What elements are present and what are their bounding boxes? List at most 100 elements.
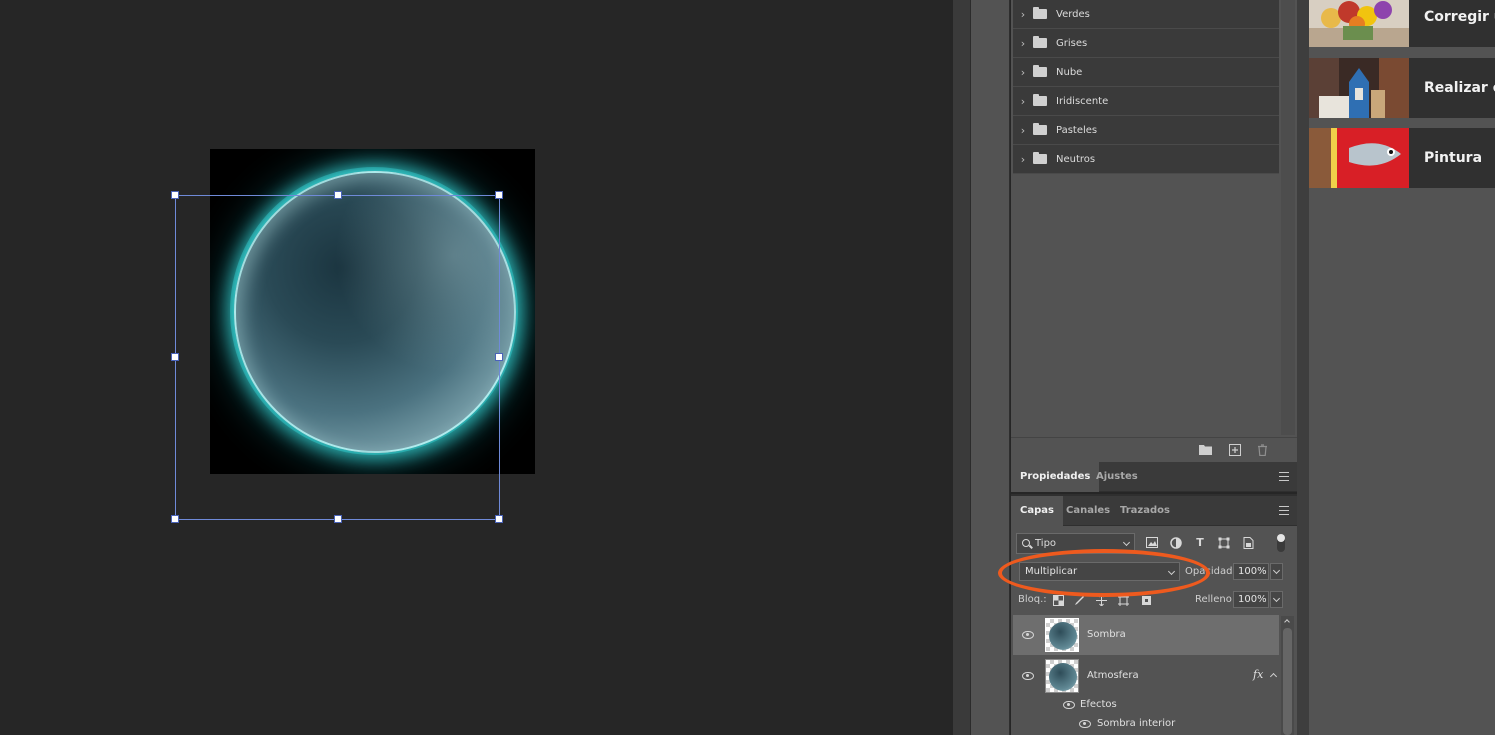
chevron-right-icon[interactable]: ›: [1013, 124, 1033, 137]
layer-thumbnail: [1045, 618, 1079, 652]
swatch-group[interactable]: › Grises: [1013, 29, 1279, 58]
filter-shape-icon[interactable]: [1218, 537, 1230, 549]
folder-icon: [1033, 65, 1047, 77]
folder-icon: [1033, 36, 1047, 48]
photoshop-window: › Verdes › Grises › Nube › Iridiscente ›: [0, 0, 1495, 735]
layers-tabbar: Capas Canales Trazados: [1011, 494, 1297, 526]
tutorial-thumbnail-fish: [1309, 128, 1409, 188]
annotation-highlight-circle: [998, 549, 1210, 597]
swatch-group-label: Neutros: [1056, 153, 1096, 165]
chevron-down-icon: [1272, 566, 1281, 575]
chevron-right-icon[interactable]: ›: [1013, 8, 1033, 21]
tutorial-thumbnail-flowers: [1309, 0, 1409, 47]
scroll-up-arrow-icon[interactable]: [1284, 619, 1290, 625]
folder-icon: [1033, 152, 1047, 164]
swatch-group-label: Pasteles: [1056, 124, 1098, 136]
new-group-folder-icon[interactable]: [1199, 444, 1212, 456]
panel-menu-icon[interactable]: [1279, 506, 1289, 515]
swatch-group[interactable]: › Nube: [1013, 58, 1279, 87]
collapsed-panel-dock: [971, 0, 1010, 735]
filter-adjustment-icon[interactable]: [1170, 537, 1182, 549]
chevron-right-icon[interactable]: ›: [1013, 95, 1033, 108]
thumbnail-planet: [1049, 663, 1077, 691]
filter-toggle-switch[interactable]: [1277, 534, 1285, 552]
tab-paths[interactable]: Trazados: [1111, 496, 1179, 526]
search-icon: [1022, 539, 1030, 547]
fill-dropdown[interactable]: [1270, 591, 1283, 608]
swatch-group[interactable]: › Neutros: [1013, 145, 1279, 174]
swatch-group[interactable]: › Iridiscente: [1013, 87, 1279, 116]
swatch-group-list: › Verdes › Grises › Nube › Iridiscente ›: [1013, 0, 1279, 174]
thumbnail-planet: [1049, 622, 1077, 650]
lock-image-pixels-icon[interactable]: [1074, 595, 1085, 606]
tab-channels[interactable]: Canales: [1057, 496, 1119, 526]
new-swatch-icon[interactable]: [1228, 444, 1241, 456]
fill-label: Relleno:: [1195, 594, 1236, 605]
lock-transparent-pixels-icon[interactable]: [1053, 595, 1064, 606]
transform-handle-left[interactable]: [171, 353, 179, 361]
visibility-eye-icon[interactable]: [1079, 720, 1091, 728]
effect-item-label: Sombra interior: [1097, 718, 1176, 729]
folder-icon: [1033, 7, 1047, 19]
chevron-right-icon[interactable]: ›: [1013, 37, 1033, 50]
tab-layers[interactable]: Capas: [1011, 496, 1063, 526]
panel-dock-edge: [953, 0, 971, 735]
swatches-footer: [1011, 437, 1297, 462]
layer-row-sombra[interactable]: Sombra: [1013, 615, 1279, 655]
folder-icon: [1033, 94, 1047, 106]
transform-handle-bottom[interactable]: [334, 515, 342, 523]
chevron-down-icon: [1272, 594, 1281, 603]
tab-adjustments[interactable]: Ajustes: [1087, 462, 1147, 492]
swatch-group-label: Verdes: [1056, 8, 1090, 20]
effects-row[interactable]: Efectos: [1013, 696, 1279, 715]
layer-row-atmosfera[interactable]: Atmosfera fx: [1013, 656, 1279, 696]
transform-handle-top-right[interactable]: [495, 191, 503, 199]
layer-name: Sombra: [1087, 629, 1126, 640]
scrollbar-thumb[interactable]: [1283, 628, 1292, 735]
tutorial-title: Realizar efe: [1424, 80, 1495, 96]
folder-icon: [1033, 123, 1047, 135]
swatch-group-label: Nube: [1056, 66, 1083, 78]
swatches-scrollbar[interactable]: [1281, 0, 1295, 435]
effects-label: Efectos: [1080, 699, 1117, 710]
opacity-dropdown[interactable]: [1270, 563, 1283, 580]
visibility-eye-icon[interactable]: [1022, 631, 1034, 639]
swatches-panel: › Verdes › Grises › Nube › Iridiscente ›: [1011, 0, 1297, 462]
tutorial-card[interactable]: Realizar efe: [1309, 58, 1495, 118]
tutorial-card[interactable]: Pintura: [1309, 128, 1495, 188]
transform-handle-bottom-right[interactable]: [495, 515, 503, 523]
visibility-eye-icon[interactable]: [1022, 672, 1034, 680]
lock-label: Bloq.:: [1018, 594, 1047, 605]
transform-handle-right[interactable]: [495, 353, 503, 361]
transform-bounding-box[interactable]: [171, 191, 503, 523]
chevron-up-icon[interactable]: [1269, 672, 1278, 681]
tutorial-card[interactable]: Corregir un: [1309, 0, 1495, 47]
panel-menu-icon[interactable]: [1279, 472, 1289, 481]
trash-icon[interactable]: [1256, 444, 1269, 457]
layer-thumbnail: [1045, 659, 1079, 693]
filter-type-icon[interactable]: T: [1194, 537, 1206, 549]
chevron-right-icon[interactable]: ›: [1013, 66, 1033, 79]
transform-handle-top[interactable]: [334, 191, 342, 199]
layers-scrollbar[interactable]: [1281, 616, 1294, 735]
swatch-group-label: Iridiscente: [1056, 95, 1109, 107]
chevron-down-icon: [1122, 538, 1131, 547]
filter-smart-object-icon[interactable]: [1242, 537, 1254, 549]
fill-input[interactable]: 100%: [1233, 591, 1269, 608]
effect-item-row[interactable]: Sombra interior: [1013, 715, 1279, 734]
properties-tabbar: Propiedades Ajustes: [1011, 462, 1297, 492]
canvas-area[interactable]: [0, 0, 953, 735]
learn-panel: Corregir un Realizar efe: [1309, 0, 1495, 735]
visibility-eye-icon[interactable]: [1063, 701, 1075, 709]
chevron-right-icon[interactable]: ›: [1013, 153, 1033, 166]
layer-effects-fx-icon[interactable]: fx: [1253, 668, 1263, 681]
filter-pixel-icon[interactable]: [1146, 537, 1158, 549]
panel-divider: [1297, 0, 1309, 735]
swatch-group[interactable]: › Pasteles: [1013, 116, 1279, 145]
opacity-input[interactable]: 100%: [1233, 563, 1269, 580]
lock-all-icon[interactable]: [1141, 595, 1152, 606]
transform-handle-top-left[interactable]: [171, 191, 179, 199]
layer-filter-value: Tipo: [1035, 538, 1057, 549]
swatch-group[interactable]: › Verdes: [1013, 0, 1279, 29]
transform-handle-bottom-left[interactable]: [171, 515, 179, 523]
